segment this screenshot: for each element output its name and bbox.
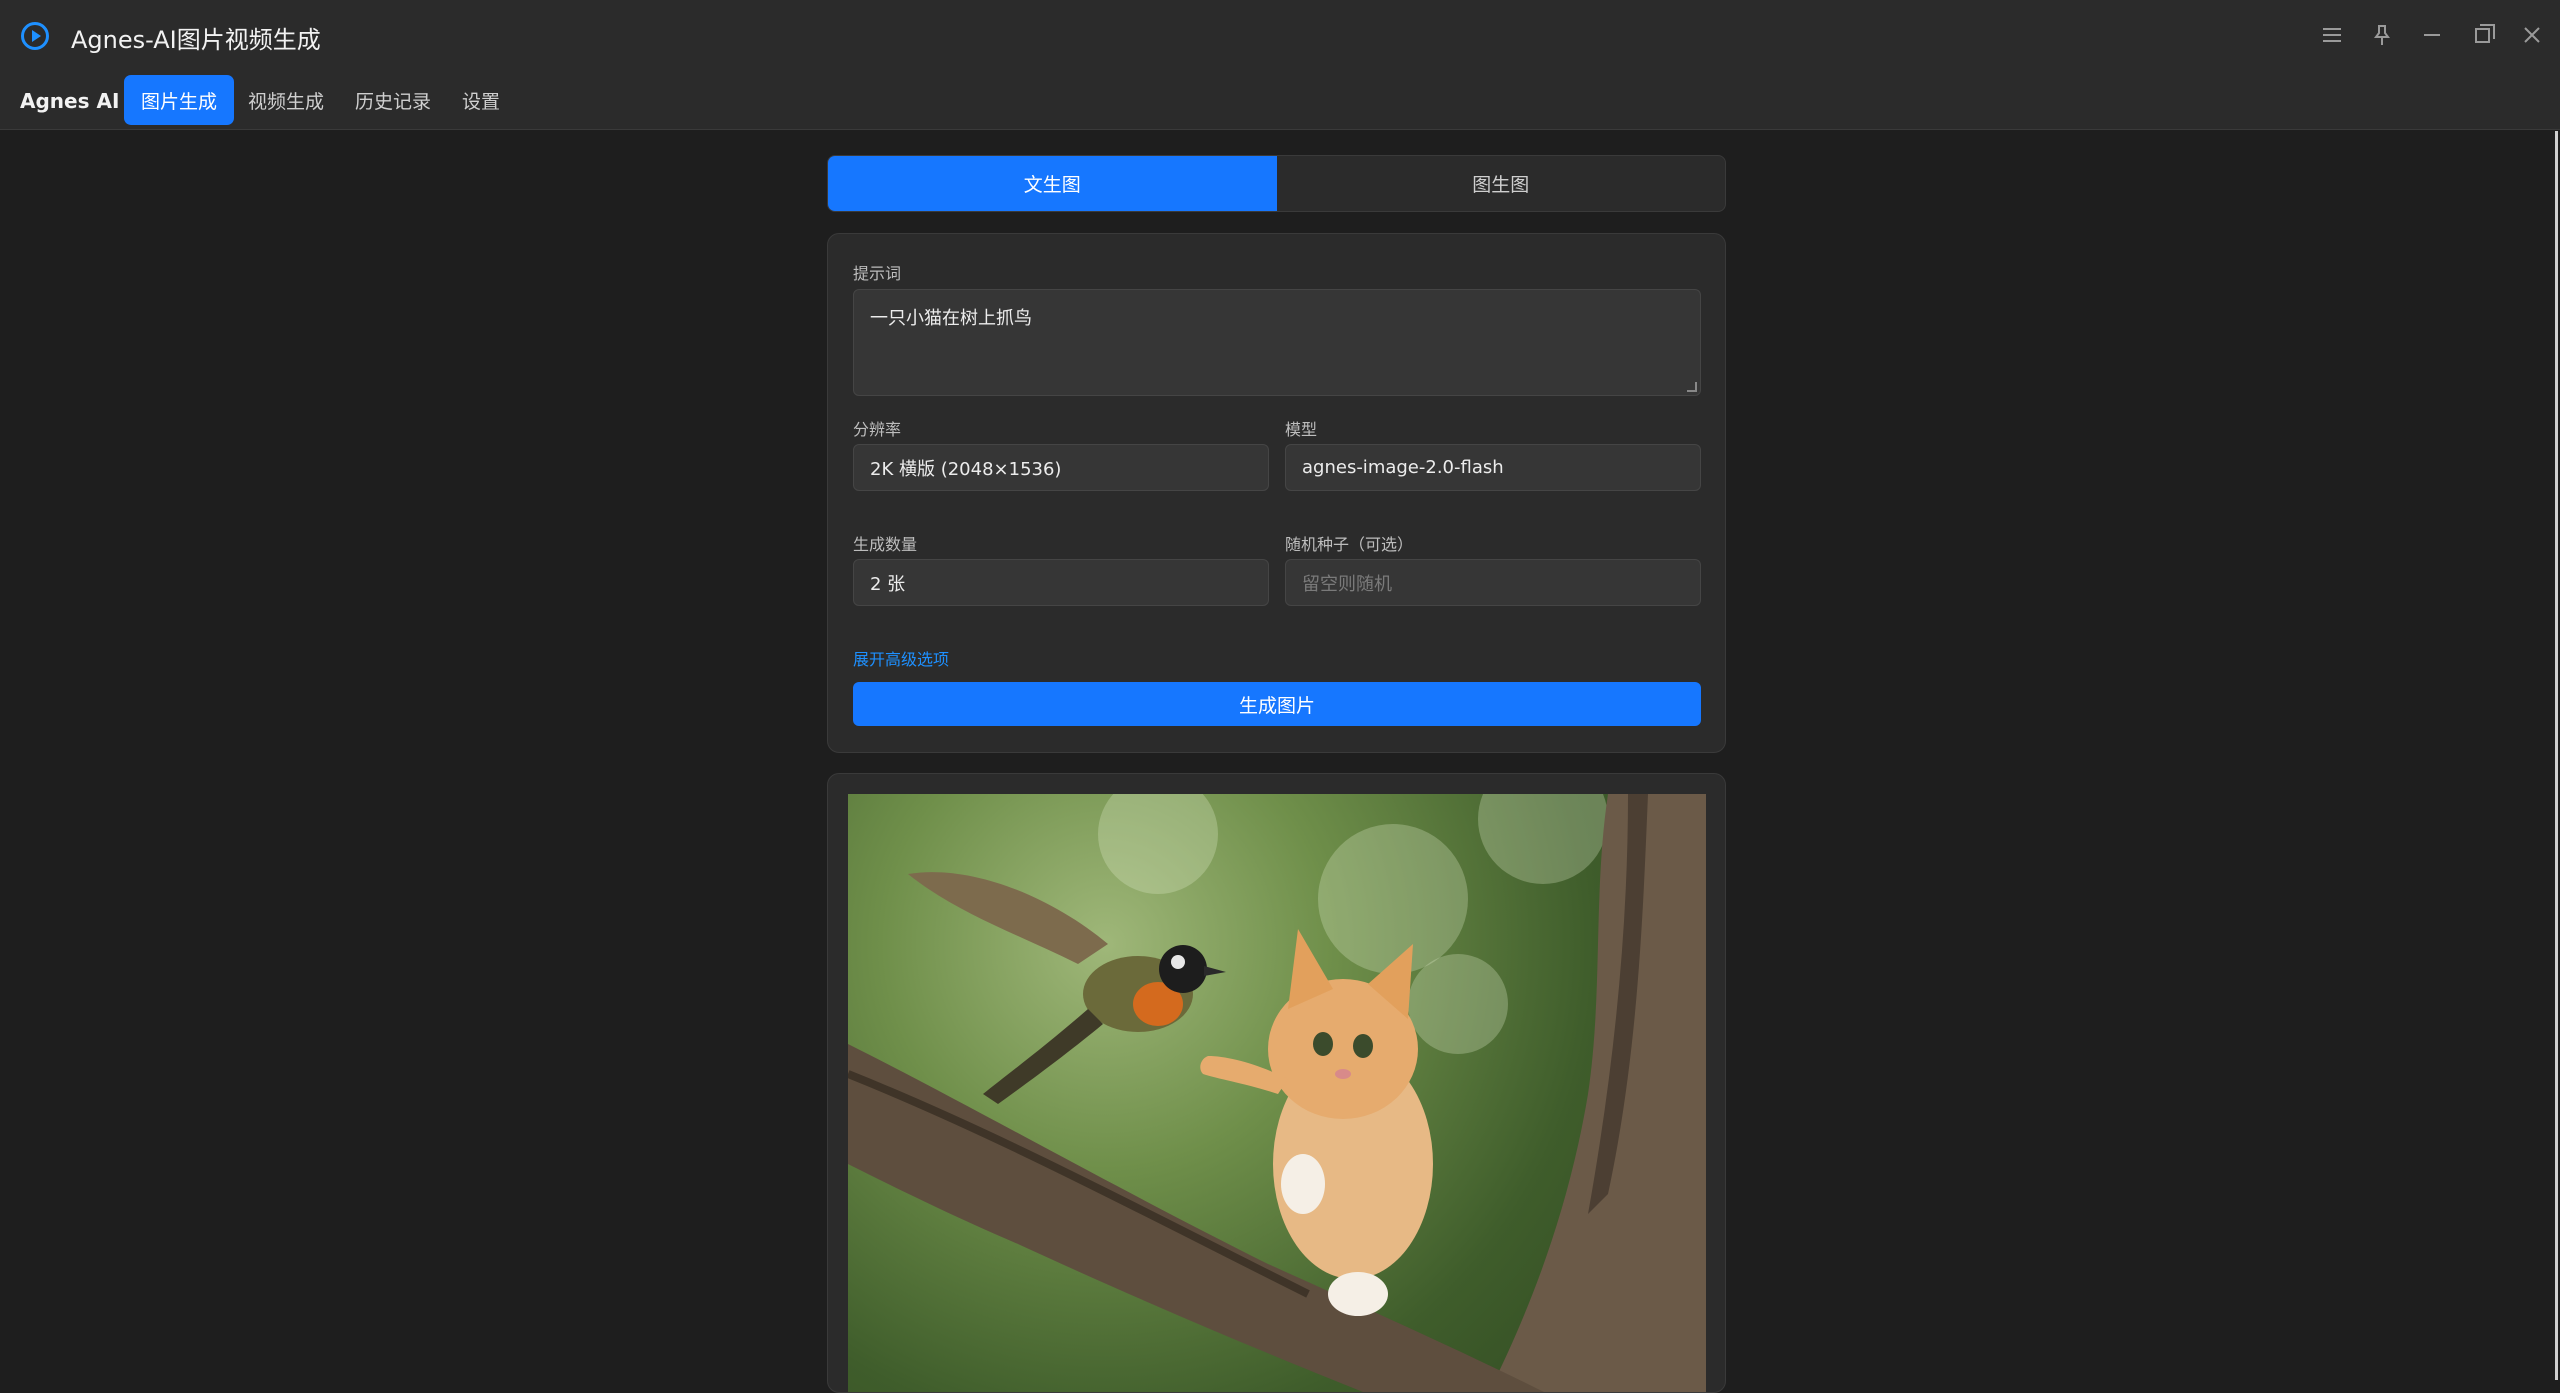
tab-history[interactable]: 历史记录 <box>338 75 448 125</box>
mode-tabs: 文生图 图生图 <box>827 155 1726 212</box>
resolution-label: 分辨率 <box>853 420 902 439</box>
scrollbar[interactable] <box>2552 131 2560 1380</box>
tab-video-generation[interactable]: 视频生成 <box>231 75 341 125</box>
model-label: 模型 <box>1285 420 1318 439</box>
count-select[interactable]: 2 张 <box>853 559 1269 606</box>
brand-name: Agnes AI <box>20 89 120 113</box>
tab-image-generation[interactable]: 图片生成 <box>124 75 235 125</box>
seed-input[interactable]: 留空则随机 <box>1285 559 1701 606</box>
pin-icon[interactable] <box>2368 18 2396 52</box>
close-icon[interactable] <box>2518 18 2546 52</box>
seed-label: 随机种子（可选） <box>1285 535 1414 554</box>
prompt-text: 一只小猫在树上抓鸟 <box>870 308 1032 329</box>
prompt-label: 提示词 <box>853 264 902 283</box>
generated-image[interactable] <box>848 794 1706 1392</box>
window-controls <box>2318 18 2546 52</box>
scrollbar-thumb[interactable] <box>2555 131 2558 1380</box>
title-bar: Agnes-AI图片视频生成 <box>0 0 2560 72</box>
count-label: 生成数量 <box>853 535 918 554</box>
advanced-options-link[interactable]: 展开高级选项 <box>853 646 949 670</box>
app-logo-icon <box>21 22 49 50</box>
generation-form: 提示词 一只小猫在树上抓鸟 分辨率 2K 横版 (2048×1536) 模型 a… <box>827 233 1726 753</box>
model-select[interactable]: agnes-image-2.0-flash <box>1285 444 1701 491</box>
tab-settings[interactable]: 设置 <box>445 75 517 125</box>
resize-handle-icon[interactable] <box>1687 382 1697 392</box>
prompt-textarea[interactable]: 一只小猫在树上抓鸟 <box>853 289 1701 396</box>
tab-image-to-image[interactable]: 图生图 <box>1277 156 1726 211</box>
generate-image-button[interactable]: 生成图片 <box>853 682 1701 726</box>
menu-icon[interactable] <box>2318 18 2346 52</box>
tab-text-to-image[interactable]: 文生图 <box>828 156 1277 211</box>
nav-bar: Agnes AI 图片生成 视频生成 历史记录 设置 <box>0 72 2560 130</box>
result-panel <box>827 773 1726 1393</box>
image-illustration <box>848 794 1706 1392</box>
restore-icon[interactable] <box>2468 18 2496 52</box>
resolution-select[interactable]: 2K 横版 (2048×1536) <box>853 444 1269 491</box>
app-title: Agnes-AI图片视频生成 <box>71 26 321 54</box>
minimize-icon[interactable] <box>2418 18 2446 52</box>
